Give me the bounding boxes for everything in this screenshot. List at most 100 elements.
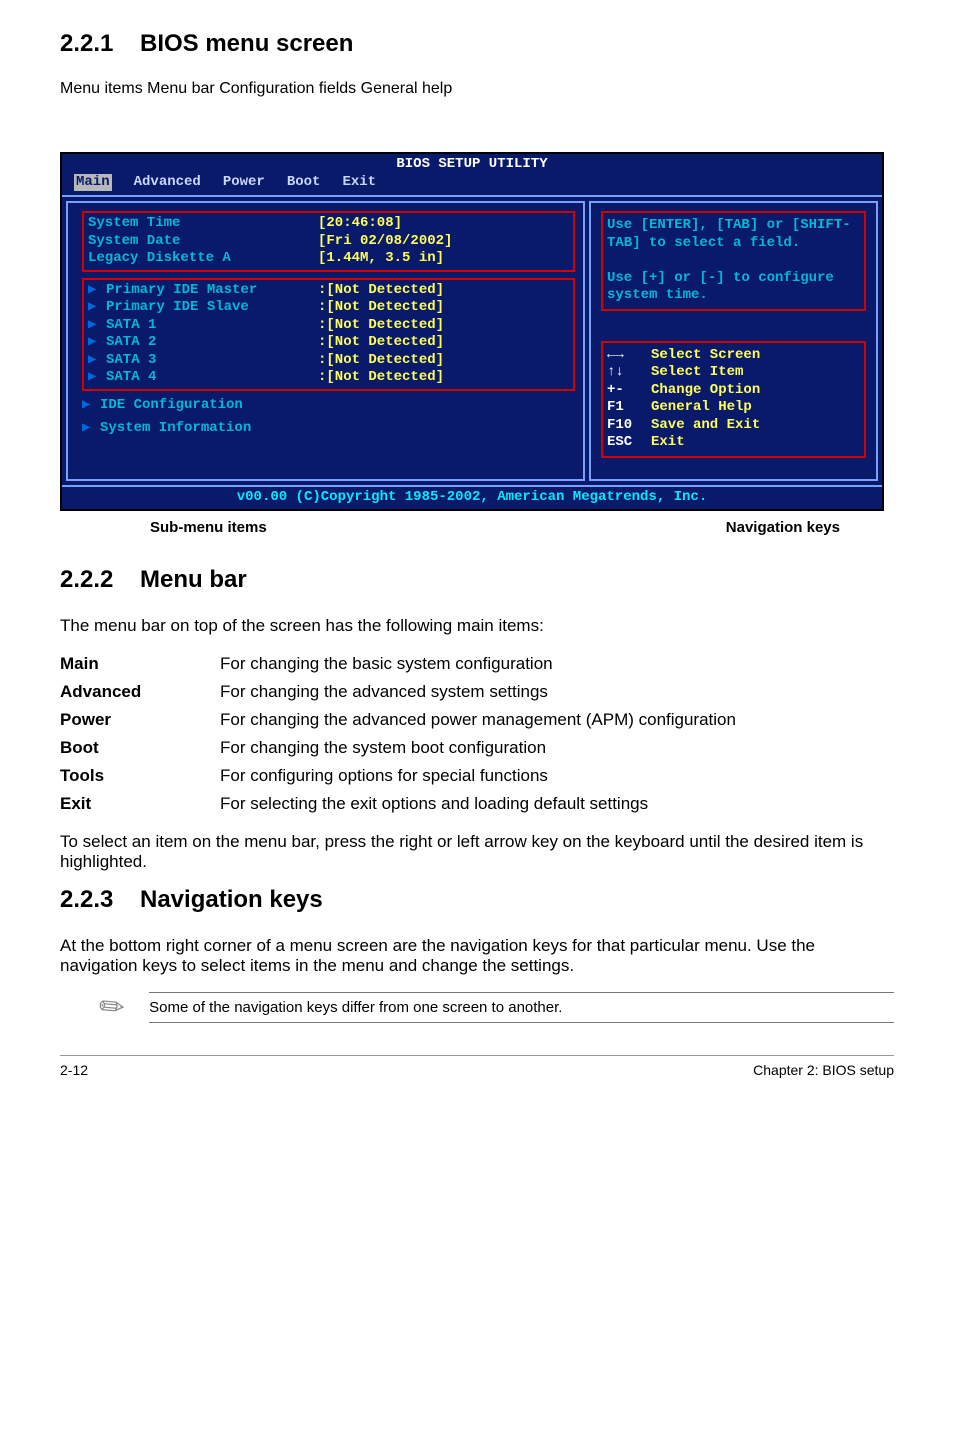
cfg-label: Legacy Diskette A — [88, 250, 318, 268]
triangle-icon: ▶ — [88, 317, 106, 335]
nav-row: ESCExit — [607, 434, 860, 452]
menu-desc: For selecting the exit options and loadi… — [220, 790, 736, 818]
list-item[interactable]: ▶Primary IDE Master:[Not Detected] — [88, 282, 569, 300]
bios-right-pane: Use [ENTER], [TAB] or [SHIFT-TAB] to sel… — [589, 201, 878, 481]
menu-desc: For changing the advanced system setting… — [220, 678, 736, 706]
bios-copyright: v00.00 (C)Copyright 1985-2002, American … — [62, 485, 882, 509]
menubar-item-advanced[interactable]: Advanced — [134, 174, 201, 192]
cfg-row[interactable]: System Time [20:46:08] — [88, 215, 569, 233]
nav-key: ←→ — [607, 347, 651, 365]
menubar-item-exit[interactable]: Exit — [342, 174, 376, 192]
menu-key: Tools — [60, 762, 220, 790]
item-value: :[Not Detected] — [318, 334, 444, 352]
nav-key: ESC — [607, 434, 651, 452]
general-help-box: Use [ENTER], [TAB] or [SHIFT-TAB] to sel… — [601, 211, 866, 311]
submenu-label: System Information — [100, 420, 330, 438]
item-value: :[Not Detected] — [318, 299, 444, 317]
table-row: ExitFor selecting the exit options and l… — [60, 790, 736, 818]
item-label: SATA 1 — [106, 317, 318, 335]
menubar-item-power[interactable]: Power — [223, 174, 265, 192]
item-label: SATA 2 — [106, 334, 318, 352]
submenu-item[interactable]: ▶System Information — [82, 420, 575, 438]
menu-desc: For changing the advanced power manageme… — [220, 706, 736, 734]
bios-screen: BIOS SETUP UTILITY Main Advanced Power B… — [60, 152, 884, 511]
nav-key: ↑↓ — [607, 364, 651, 382]
anno-nav-keys: Navigation keys — [726, 519, 840, 536]
bios-left-pane: System Time [20:46:08] System Date [Fri … — [66, 201, 585, 481]
section222-outro: To select an item on the menu bar, press… — [60, 832, 894, 872]
anno-general-help: General help — [361, 80, 453, 97]
item-value: :[Not Detected] — [318, 317, 444, 335]
menubar-item-main[interactable]: Main — [74, 174, 112, 192]
anno-config-fields: Configuration fields — [219, 80, 356, 97]
list-item[interactable]: ▶SATA 2:[Not Detected] — [88, 334, 569, 352]
nav-desc: Save and Exit — [651, 417, 760, 435]
config-fields-box: System Time [20:46:08] System Date [Fri … — [82, 211, 575, 272]
menu-items-box: ▶Primary IDE Master:[Not Detected] ▶Prim… — [82, 278, 575, 391]
section-number: 2.2.3 — [60, 886, 140, 914]
table-row: BootFor changing the system boot configu… — [60, 734, 736, 762]
section222-intro: The menu bar on top of the screen has th… — [60, 616, 894, 636]
section223-text: At the bottom right corner of a menu scr… — [60, 936, 894, 976]
list-item[interactable]: ▶SATA 1:[Not Detected] — [88, 317, 569, 335]
submenu-item[interactable]: ▶IDE Configuration — [82, 397, 575, 415]
menu-key: Exit — [60, 790, 220, 818]
bios-title: BIOS SETUP UTILITY — [62, 154, 882, 174]
item-label: Primary IDE Slave — [106, 299, 318, 317]
item-value: :[Not Detected] — [318, 352, 444, 370]
triangle-icon: ▶ — [82, 397, 100, 415]
nav-key: F1 — [607, 399, 651, 417]
section-heading-222: 2.2.2Menu bar — [60, 566, 894, 594]
menu-key: Advanced — [60, 678, 220, 706]
submenu-label: IDE Configuration — [100, 397, 330, 415]
anno-menu-bar: Menu bar — [147, 80, 215, 97]
section-title: BIOS menu screen — [140, 30, 353, 57]
triangle-icon: ▶ — [88, 334, 106, 352]
bios-menubar: Main Advanced Power Boot Exit — [62, 174, 882, 196]
list-item[interactable]: ▶SATA 3:[Not Detected] — [88, 352, 569, 370]
section-heading-223: 2.2.3Navigation keys — [60, 886, 894, 914]
nav-row: F10Save and Exit — [607, 417, 860, 435]
page-footer: 2-12 Chapter 2: BIOS setup — [60, 1055, 894, 1078]
menu-key: Boot — [60, 734, 220, 762]
menu-desc: For changing the basic system configurat… — [220, 650, 736, 678]
table-row: ToolsFor configuring options for special… — [60, 762, 736, 790]
nav-row: F1General Help — [607, 399, 860, 417]
nav-keys-box: ←→Select Screen ↑↓Select Item +-Change O… — [601, 341, 866, 458]
item-label: SATA 3 — [106, 352, 318, 370]
anno-menu-items: Menu items — [60, 80, 143, 97]
nav-row: +-Change Option — [607, 382, 860, 400]
item-label: Primary IDE Master — [106, 282, 318, 300]
nav-key: +- — [607, 382, 651, 400]
menubar-item-boot[interactable]: Boot — [287, 174, 321, 192]
section-number: 2.2.1 — [60, 30, 140, 58]
nav-desc: Exit — [651, 434, 685, 452]
triangle-icon: ▶ — [82, 420, 100, 438]
section-heading-221: 2.2.1BIOS menu screen — [60, 30, 894, 58]
item-value: :[Not Detected] — [318, 282, 444, 300]
table-row: AdvancedFor changing the advanced system… — [60, 678, 736, 706]
cfg-row[interactable]: System Date [Fri 02/08/2002] — [88, 233, 569, 251]
triangle-icon: ▶ — [88, 369, 106, 387]
cfg-value: [Fri 02/08/2002] — [318, 233, 452, 251]
pencil-icon: ✎ — [92, 986, 134, 1029]
triangle-icon: ▶ — [88, 352, 106, 370]
cfg-row[interactable]: Legacy Diskette A [1.44M, 3.5 in] — [88, 250, 569, 268]
section-title: Navigation keys — [140, 886, 323, 913]
item-label: SATA 4 — [106, 369, 318, 387]
nav-key: F10 — [607, 417, 651, 435]
section-title: Menu bar — [140, 566, 247, 593]
bottom-annotations: Sub-menu items Navigation keys — [60, 519, 880, 536]
top-annotations: Menu items Menu bar Configuration fields… — [60, 80, 880, 122]
footer-page-number: 2-12 — [60, 1062, 88, 1078]
triangle-icon: ▶ — [88, 282, 106, 300]
cfg-label: System Time — [88, 215, 318, 233]
list-item[interactable]: ▶Primary IDE Slave:[Not Detected] — [88, 299, 569, 317]
note-box: ✎ Some of the navigation keys differ fro… — [100, 990, 894, 1025]
nav-desc: Select Screen — [651, 347, 760, 365]
nav-row: ←→Select Screen — [607, 347, 860, 365]
list-item[interactable]: ▶SATA 4:[Not Detected] — [88, 369, 569, 387]
triangle-icon: ▶ — [88, 299, 106, 317]
section-number: 2.2.2 — [60, 566, 140, 594]
footer-chapter: Chapter 2: BIOS setup — [753, 1062, 894, 1078]
